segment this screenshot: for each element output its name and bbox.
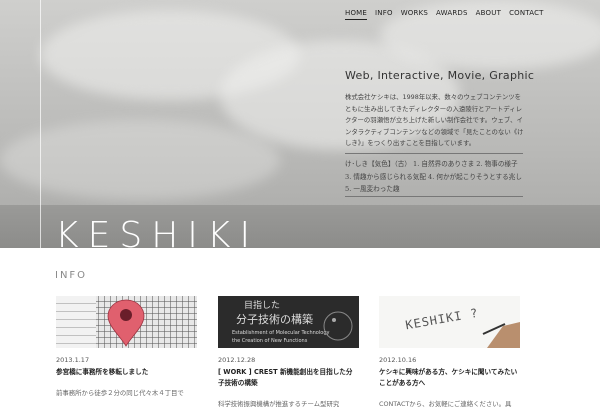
hero-banner: HOME INFO WORKS AWARDS ABOUT CONTACT Web… [0, 0, 600, 248]
hero-tagline: Web, Interactive, Movie, Graphic [345, 69, 535, 82]
keshiki-definition: け･しき【気色】（古） 1. 自然界のありさま 2. 物事の様子 3. 情趣から… [345, 160, 522, 193]
cloud-shape [0, 120, 280, 200]
nav-contact[interactable]: CONTACT [509, 9, 544, 20]
info-date: 2012.12.28 [218, 356, 256, 364]
info-thumbnail-handwriting[interactable]: KESHIKI ? [379, 296, 520, 348]
nav-works[interactable]: WORKS [401, 9, 428, 20]
info-title[interactable]: [ WORK ] CREST 新機能創出を目指した分子技術の構築 [218, 367, 359, 389]
company-intro: 株式会社ケシキは、1998年以来、数々のウェブコンテンツをともに生み出してきたデ… [345, 93, 524, 147]
nav-about[interactable]: ABOUT [476, 9, 501, 20]
info-excerpt: 前事務所から徒歩２分の同じ代々木４丁目で [56, 389, 184, 397]
info-card[interactable]: KESHIKI ? 2012.10.16 ケシキに興味がある方、ケシキに聞いてみ… [379, 296, 520, 408]
nav-awards[interactable]: AWARDS [436, 9, 468, 20]
info-heading: INFO [55, 270, 88, 281]
pen-hand-icon [482, 322, 520, 348]
main-nav: HOME INFO WORKS AWARDS ABOUT CONTACT [345, 9, 552, 20]
nav-info[interactable]: INFO [375, 9, 393, 20]
info-card[interactable]: 目指した 分子技術の構築 Establishment of Molecular … [218, 296, 359, 408]
keshiki-logo[interactable]: KESHIKI [55, 216, 259, 249]
divider [345, 196, 523, 197]
info-thumbnail-building[interactable] [56, 296, 197, 348]
divider [345, 153, 523, 154]
hero-vertical-rule [40, 0, 41, 248]
info-date: 2013.1.17 [56, 356, 90, 364]
info-excerpt: 科学技術振興機構が推進するチーム型研究 [218, 400, 340, 408]
nav-home[interactable]: HOME [345, 9, 368, 20]
info-excerpt: CONTACTから、お気軽にご連絡ください。具 [379, 400, 512, 408]
info-date: 2012.10.16 [379, 356, 417, 364]
molecule-graphic-icon [323, 311, 353, 341]
info-title[interactable]: ケシキに興味がある方、ケシキに聞いてみたいことがある方へ [379, 367, 520, 389]
info-thumbnail-presentation[interactable]: 目指した 分子技術の構築 Establishment of Molecular … [218, 296, 359, 348]
map-pin-icon [107, 299, 145, 347]
info-card[interactable]: 2013.1.17 参宮橋に事務所を移転しました 前事務所から徒歩２分の同じ代々… [56, 296, 197, 397]
info-title[interactable]: 参宮橋に事務所を移転しました [56, 367, 197, 378]
